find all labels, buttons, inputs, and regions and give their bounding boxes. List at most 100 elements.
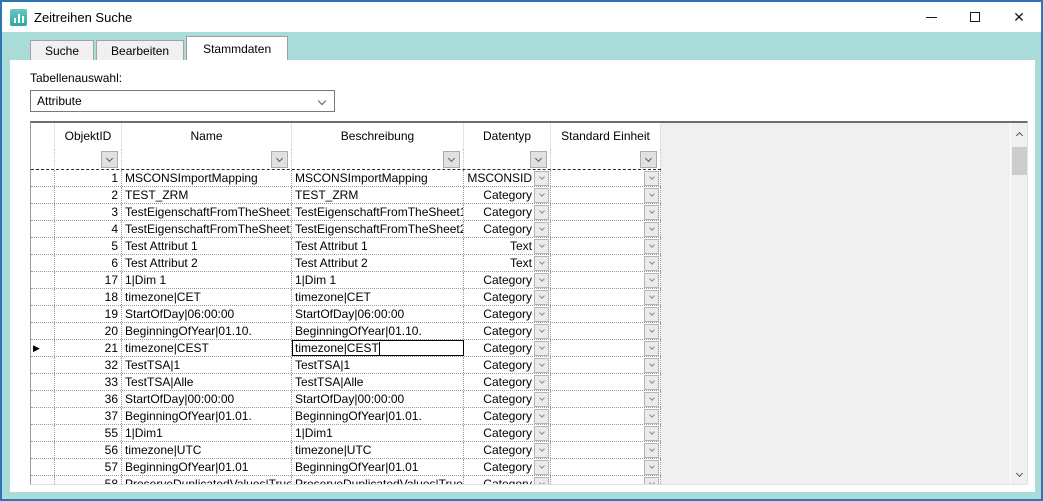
table-row[interactable]: 4TestEigenschaftFromTheSheet2TestEigensc…	[31, 221, 661, 238]
cell-datentyp[interactable]: Category	[464, 272, 551, 288]
dropdown-button[interactable]	[644, 358, 659, 373]
cell-standard-einheit[interactable]	[551, 221, 661, 237]
cell-datentyp[interactable]: Category	[464, 323, 551, 339]
dropdown-button[interactable]	[534, 477, 549, 486]
dropdown-button[interactable]	[644, 409, 659, 424]
dropdown-button[interactable]	[534, 222, 549, 237]
dropdown-button[interactable]	[644, 392, 659, 407]
cell-objektid[interactable]: 5	[55, 238, 122, 254]
dropdown-button[interactable]	[534, 290, 549, 305]
cell-datentyp[interactable]: MSCONSID	[464, 170, 551, 186]
dropdown-button[interactable]	[644, 375, 659, 390]
cell-name[interactable]: BeginningOfYear|01.10.	[122, 323, 292, 339]
dropdown-button[interactable]	[644, 477, 659, 486]
table-row[interactable]: 551|Dim11|Dim1Category	[31, 425, 661, 442]
cell-objektid[interactable]: 3	[55, 204, 122, 220]
dropdown-button[interactable]	[644, 426, 659, 441]
cell-datentyp[interactable]: Text	[464, 255, 551, 271]
cell-beschreibung[interactable]: timezone|UTC	[292, 442, 464, 458]
table-row[interactable]: 37BeginningOfYear|01.01.BeginningOfYear|…	[31, 408, 661, 425]
cell-name[interactable]: PreserveDuplicatedValues|True	[122, 476, 292, 485]
cell-standard-einheit[interactable]	[551, 340, 661, 356]
cell-datentyp[interactable]: Category	[464, 187, 551, 203]
cell-beschreibung[interactable]: Test Attribut 1	[292, 238, 464, 254]
cell-objektid[interactable]: 57	[55, 459, 122, 475]
cell-objektid[interactable]: 2	[55, 187, 122, 203]
scroll-up-button[interactable]	[1011, 125, 1028, 142]
row-header[interactable]	[31, 204, 55, 220]
maximize-button[interactable]	[953, 2, 997, 32]
table-row[interactable]: 5Test Attribut 1Test Attribut 1Text	[31, 238, 661, 255]
dropdown-button[interactable]	[644, 171, 659, 186]
dropdown-button[interactable]	[530, 151, 547, 168]
cell-name[interactable]: TestEigenschaftFromTheSheet1	[122, 204, 292, 220]
cell-datentyp[interactable]: Category	[464, 221, 551, 237]
cell-beschreibung[interactable]: TestEigenschaftFromTheSheet2	[292, 221, 464, 237]
cell-objektid[interactable]: 19	[55, 306, 122, 322]
cell-objektid[interactable]: 18	[55, 289, 122, 305]
cell-objektid[interactable]: 32	[55, 357, 122, 373]
dropdown-button[interactable]	[534, 358, 549, 373]
row-header[interactable]	[31, 374, 55, 390]
cell-objektid[interactable]: 6	[55, 255, 122, 271]
row-header[interactable]: ▶	[31, 340, 55, 356]
cell-standard-einheit[interactable]	[551, 323, 661, 339]
cell-name[interactable]: timezone|CEST	[122, 340, 292, 356]
cell-standard-einheit[interactable]	[551, 374, 661, 390]
cell-standard-einheit[interactable]	[551, 425, 661, 441]
table-row[interactable]: 19StartOfDay|06:00:00StartOfDay|06:00:00…	[31, 306, 661, 323]
cell-objektid[interactable]: 20	[55, 323, 122, 339]
cell-beschreibung[interactable]: MSCONSImportMapping	[292, 170, 464, 186]
cell-objektid[interactable]: 1	[55, 170, 122, 186]
row-header[interactable]	[31, 306, 55, 322]
table-row[interactable]: 32TestTSA|1TestTSA|1Category	[31, 357, 661, 374]
row-header[interactable]	[31, 187, 55, 203]
dropdown-button[interactable]	[644, 222, 659, 237]
cell-name[interactable]: Test Attribut 1	[122, 238, 292, 254]
cell-datentyp[interactable]: Category	[464, 391, 551, 407]
cell-objektid[interactable]: 17	[55, 272, 122, 288]
cell-standard-einheit[interactable]	[551, 306, 661, 322]
cell-name[interactable]: TestTSA|Alle	[122, 374, 292, 390]
cell-beschreibung[interactable]: TEST_ZRM	[292, 187, 464, 203]
dropdown-button[interactable]	[534, 307, 549, 322]
dropdown-button[interactable]	[644, 341, 659, 356]
filter-cell-name[interactable]	[122, 149, 292, 169]
cell-name[interactable]: BeginningOfYear|01.01	[122, 459, 292, 475]
column-header-beschreibung[interactable]: Beschreibung	[292, 123, 464, 149]
cell-name[interactable]: TEST_ZRM	[122, 187, 292, 203]
dropdown-button[interactable]	[644, 443, 659, 458]
dropdown-button[interactable]	[534, 409, 549, 424]
cell-objektid[interactable]: 36	[55, 391, 122, 407]
cell-standard-einheit[interactable]	[551, 272, 661, 288]
cell-standard-einheit[interactable]	[551, 255, 661, 271]
row-header[interactable]	[31, 289, 55, 305]
row-header[interactable]	[31, 442, 55, 458]
column-header-name[interactable]: Name	[122, 123, 292, 149]
cell-objektid[interactable]: 58	[55, 476, 122, 485]
cell-objektid[interactable]: 21	[55, 340, 122, 356]
column-header-einheit[interactable]: Standard Einheit	[551, 123, 661, 149]
dropdown-button[interactable]	[534, 426, 549, 441]
cell-beschreibung[interactable]: BeginningOfYear|01.01.	[292, 408, 464, 424]
tab-stammdaten[interactable]: Stammdaten	[186, 36, 288, 60]
cell-beschreibung[interactable]: BeginningOfYear|01.10.	[292, 323, 464, 339]
row-header[interactable]	[31, 476, 55, 485]
row-header[interactable]	[31, 255, 55, 271]
filter-cell-objektid[interactable]	[55, 149, 122, 169]
column-header-datentyp[interactable]: Datentyp	[464, 123, 551, 149]
dropdown-button[interactable]	[534, 171, 549, 186]
filter-cell-datentyp[interactable]	[464, 149, 551, 169]
table-row[interactable]: 171|Dim 11|Dim 1Category	[31, 272, 661, 289]
cell-beschreibung[interactable]: StartOfDay|00:00:00	[292, 391, 464, 407]
cell-standard-einheit[interactable]	[551, 476, 661, 485]
cell-standard-einheit[interactable]	[551, 238, 661, 254]
dropdown-button[interactable]	[534, 392, 549, 407]
vertical-scrollbar[interactable]	[1010, 123, 1027, 485]
table-row[interactable]: ▶21timezone|CESTtimezone|CESTCategory	[31, 340, 661, 357]
cell-name[interactable]: Test Attribut 2	[122, 255, 292, 271]
dropdown-button[interactable]	[644, 324, 659, 339]
cell-datentyp[interactable]: Category	[464, 476, 551, 485]
minimize-button[interactable]	[909, 2, 953, 32]
cell-beschreibung[interactable]: 1|Dim1	[292, 425, 464, 441]
